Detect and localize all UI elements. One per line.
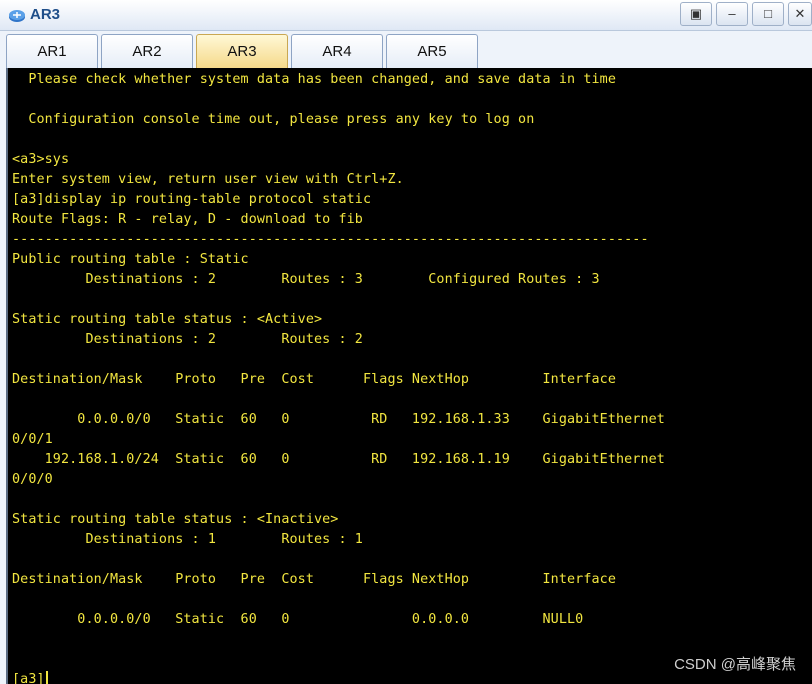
- tab-ar5[interactable]: AR5: [386, 34, 478, 68]
- console-line: Destinations : 1 Routes : 1: [12, 530, 665, 550]
- console-line: 192.168.1.0/24 Static 60 0 RD 192.168.1.…: [12, 450, 665, 470]
- console-line: Destination/Mask Proto Pre Cost Flags Ne…: [12, 370, 665, 390]
- console-line-text: Configuration console time out, please p…: [12, 112, 535, 127]
- console-line: Destinations : 2 Routes : 3 Configured R…: [12, 270, 665, 290]
- console-line-text: 0.0.0.0/0 Static 60 0 0.0.0.0 NULL0: [12, 612, 584, 627]
- terminal-console[interactable]: Please check whether system data has bee…: [6, 68, 812, 684]
- close-icon[interactable]: ✕: [788, 2, 812, 26]
- console-line-text: 192.168.1.0/24 Static 60 0 RD 192.168.1.…: [12, 452, 665, 467]
- console-line: Configuration console time out, please p…: [12, 110, 665, 130]
- console-line-text: Please check whether system data has bee…: [12, 72, 616, 87]
- maximize-icon[interactable]: □: [752, 2, 784, 26]
- console-line-text: [a3]: [12, 672, 45, 684]
- console-line-text: Destinations : 2 Routes : 2: [12, 332, 363, 347]
- tab-ar2[interactable]: AR2: [101, 34, 193, 68]
- console-line: Please check whether system data has bee…: [12, 70, 665, 90]
- console-line-text: Destination/Mask Proto Pre Cost Flags Ne…: [12, 572, 616, 587]
- console-line-text: Static routing table status : <Active>: [12, 312, 323, 327]
- restore-down-icon[interactable]: ▣: [680, 2, 712, 26]
- window-title: AR3: [30, 6, 61, 23]
- console-line-text: 0.0.0.0/0 Static 60 0 RD 192.168.1.33 Gi…: [12, 412, 665, 427]
- console-line-text: <a3>sys: [12, 152, 70, 167]
- tab-ar4[interactable]: AR4: [291, 34, 383, 68]
- console-line: ----------------------------------------…: [12, 230, 665, 250]
- console-line: Static routing table status : <Inactive>: [12, 510, 665, 530]
- tab-ar3[interactable]: AR3: [196, 34, 288, 68]
- console-line-text: Destination/Mask Proto Pre Cost Flags Ne…: [12, 372, 616, 387]
- watermark: CSDN @高峰聚焦: [674, 656, 796, 673]
- console-line: Enter system view, return user view with…: [12, 170, 665, 190]
- console-line: Route Flags: R - relay, D - download to …: [12, 210, 665, 230]
- console-line: 0/0/1: [12, 430, 665, 450]
- console-line-text: Enter system view, return user view with…: [12, 172, 404, 187]
- console-line-text: ----------------------------------------…: [12, 232, 649, 247]
- console-line-text: [a3]display ip routing-table protocol st…: [12, 192, 372, 207]
- title-bar: AR3 ▣ – □ ✕: [0, 0, 812, 31]
- console-line: Static routing table status : <Active>: [12, 310, 665, 330]
- console-line: 0.0.0.0/0 Static 60 0 0.0.0.0 NULL0: [12, 610, 665, 630]
- console-line-text: Static routing table status : <Inactive>: [12, 512, 339, 527]
- console-line-text: Destinations : 1 Routes : 1: [12, 532, 363, 547]
- tab-ar1[interactable]: AR1: [6, 34, 98, 68]
- console-line: [a3]: [12, 670, 665, 684]
- console-line: Public routing table : Static: [12, 250, 665, 270]
- window-controls: ▣ – □ ✕: [676, 2, 812, 26]
- console-line: 0.0.0.0/0 Static 60 0 RD 192.168.1.33 Gi…: [12, 410, 665, 430]
- console-line: [a3]display ip routing-table protocol st…: [12, 190, 665, 210]
- device-tab-bar: AR1 AR2 AR3 AR4 AR5: [0, 31, 812, 68]
- console-line: 0/0/0: [12, 470, 665, 490]
- console-line-text: Public routing table : Static: [12, 252, 249, 267]
- console-line: Destination/Mask Proto Pre Cost Flags Ne…: [12, 570, 665, 590]
- minimize-icon[interactable]: –: [716, 2, 748, 26]
- router-app-icon: [8, 7, 26, 23]
- console-line: <a3>sys: [12, 150, 665, 170]
- console-line-text: 0/0/0: [12, 472, 53, 487]
- console-line-text: Route Flags: R - relay, D - download to …: [12, 212, 363, 227]
- console-line: Destinations : 2 Routes : 2: [12, 330, 665, 350]
- console-line-text: Destinations : 2 Routes : 3 Configured R…: [12, 272, 600, 287]
- text-cursor: [45, 670, 48, 684]
- console-line-text: 0/0/1: [12, 432, 53, 447]
